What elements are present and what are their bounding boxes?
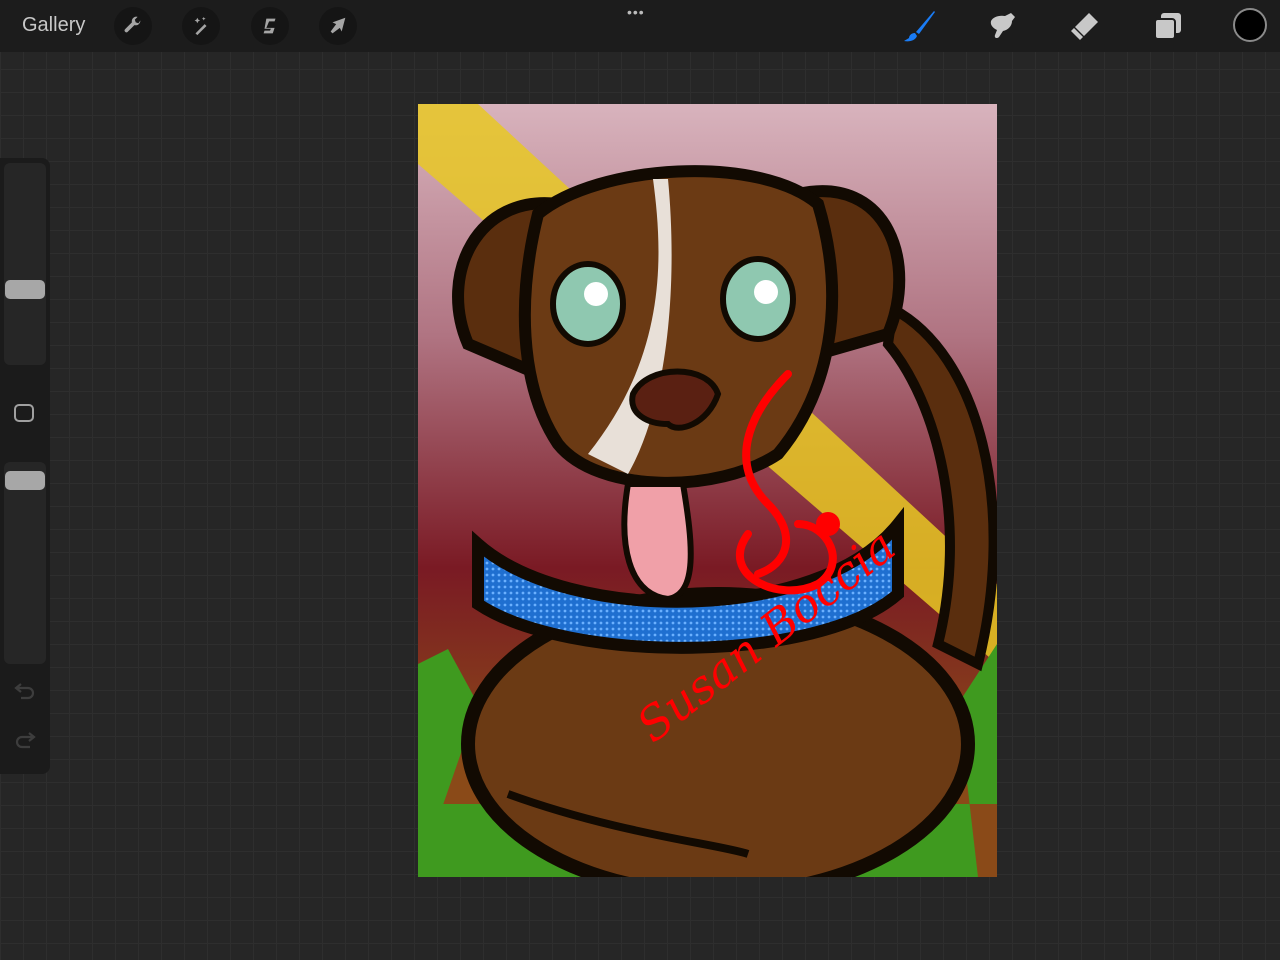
modify-button[interactable] <box>14 404 34 422</box>
undo-button[interactable] <box>12 680 38 702</box>
sidebar <box>0 158 50 774</box>
transform-button[interactable] <box>319 7 357 45</box>
smudge-icon <box>990 13 1015 39</box>
nose <box>629 368 722 431</box>
wrench-icon <box>124 16 141 33</box>
more-menu[interactable]: ••• <box>627 4 645 20</box>
top-toolbar: Gallery ••• <box>0 0 1280 52</box>
gallery-button[interactable]: Gallery <box>22 14 85 37</box>
eraser-icon <box>1071 13 1098 40</box>
redo-button[interactable] <box>12 731 38 753</box>
brush-size-thumb[interactable] <box>5 280 45 300</box>
actions-button[interactable] <box>114 7 152 45</box>
smudge-button[interactable] <box>984 8 1020 44</box>
brush-icon <box>904 11 935 42</box>
opacity-thumb[interactable] <box>5 471 45 491</box>
magic-wand-icon <box>194 16 207 36</box>
eraser-button[interactable] <box>1067 8 1103 44</box>
color-picker-button[interactable] <box>1233 8 1267 42</box>
undo-icon <box>14 683 35 700</box>
adjustments-button[interactable] <box>182 7 220 45</box>
left-eye-highlight <box>584 282 608 306</box>
brush-size-slider[interactable] <box>4 163 46 365</box>
layers-button[interactable] <box>1150 8 1186 44</box>
layers-icon <box>1154 13 1181 40</box>
opacity-slider[interactable] <box>4 462 46 664</box>
selection-s-icon <box>263 18 276 34</box>
transform-arrow-icon <box>330 17 346 34</box>
selection-button[interactable] <box>251 7 289 45</box>
redo-icon <box>15 732 36 749</box>
right-eye-highlight <box>754 280 778 304</box>
artwork-canvas[interactable]: Susan Boccia <box>418 104 997 877</box>
brush-button[interactable] <box>901 8 937 44</box>
left-eye <box>550 261 626 347</box>
